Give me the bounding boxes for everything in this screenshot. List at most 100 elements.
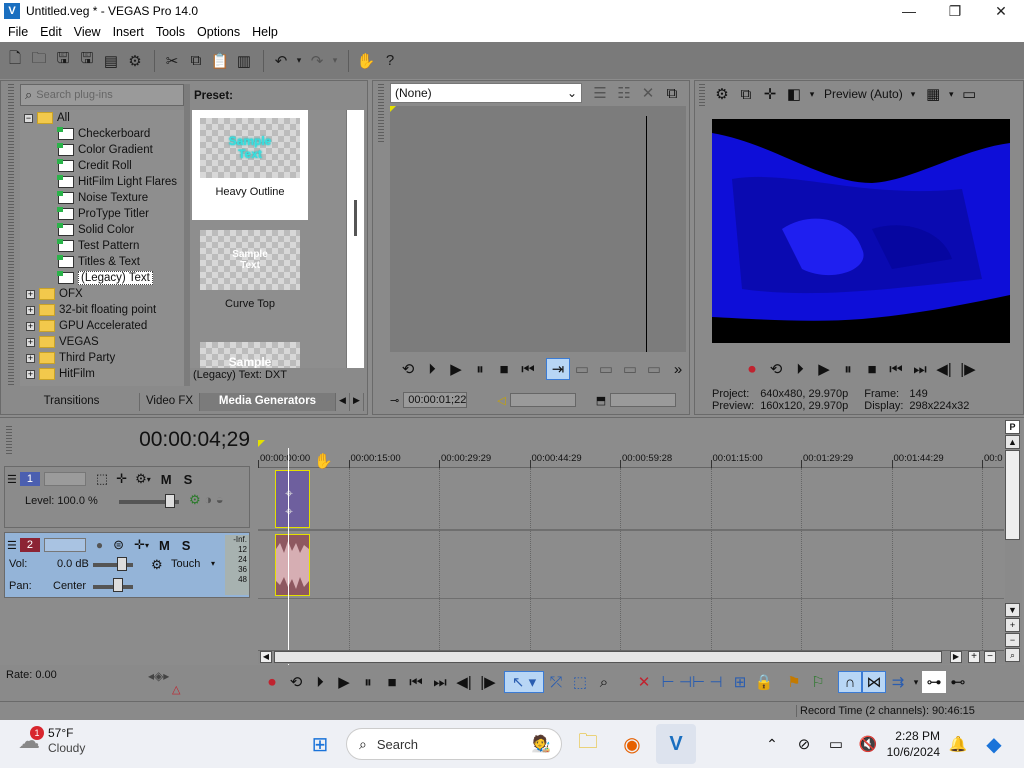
copilot-icon[interactable]: ◆ — [974, 724, 1014, 764]
tree-item[interactable]: Checkerboard — [20, 126, 184, 142]
overlays-grid-icon[interactable]: ▦ — [921, 83, 945, 105]
snapping-magnet-icon[interactable]: ∩ — [838, 671, 862, 693]
properties-gear-icon[interactable]: ⚙ — [124, 50, 146, 72]
play-from-start-icon[interactable]: ⏵ — [788, 358, 812, 380]
undo-dropdown-icon[interactable]: ▾ — [294, 50, 304, 72]
preview-quality-dropdown[interactable]: Preview (Auto) — [824, 87, 903, 101]
pause-icon[interactable]: ⏸ — [836, 358, 860, 380]
delete-icon[interactable]: ▥ — [233, 50, 255, 72]
scroll-right-icon[interactable]: ▶ — [950, 651, 962, 663]
track-fx-dropdown-icon[interactable]: ▾ — [145, 541, 149, 550]
length-field[interactable] — [610, 393, 677, 407]
plugin-search-input[interactable]: ⌕ Search plug-ins — [20, 84, 184, 106]
add-to-timeline-icon[interactable]: ⇥ — [546, 358, 570, 380]
trimmer-list-icon[interactable]: ☰ — [588, 82, 612, 104]
lock-envelopes-icon[interactable]: ⊶ — [922, 671, 946, 693]
arm-record-icon[interactable]: ● — [96, 538, 103, 552]
pause-icon[interactable]: ⏸ — [468, 358, 492, 380]
preset-scroll-thumb[interactable] — [354, 200, 357, 236]
play-icon[interactable]: ▶ — [332, 671, 356, 693]
chevron-down-icon[interactable]: ▾ — [911, 89, 916, 100]
tree-item[interactable]: Test Pattern — [20, 238, 184, 254]
normal-edit-tool-icon[interactable]: ↖ ▾ — [504, 671, 544, 693]
preview-settings-gear-icon[interactable]: ⚙ — [710, 83, 734, 105]
expand-icon[interactable]: + — [26, 353, 35, 363]
external-monitor-icon[interactable]: ⧉ — [734, 83, 758, 105]
tree-item[interactable]: Credit Roll — [20, 158, 184, 174]
scroll-down-icon[interactable]: ▼ — [1005, 603, 1020, 617]
trimmer-window-icon[interactable]: ⧉ — [660, 82, 684, 104]
expand-icon[interactable]: + — [26, 289, 35, 299]
play-from-start-icon[interactable]: ⏵ — [420, 358, 444, 380]
trim-end-icon[interactable]: ⊣ — [704, 671, 728, 693]
track-expand-icon[interactable]: ☰ — [7, 473, 17, 486]
trimmer-view[interactable] — [390, 106, 686, 352]
open-folder-icon[interactable]: 🗀 — [28, 50, 50, 72]
stop-icon[interactable]: ■ — [860, 358, 884, 380]
track-effects-icons[interactable]: ⚙ ◑ ◒ — [189, 492, 224, 508]
timeline-timecode[interactable]: 00:00:04;29 — [60, 428, 250, 452]
redo-dropdown-icon[interactable]: ▾ — [330, 50, 340, 72]
trim-start-icon[interactable]: ⊢ — [656, 671, 680, 693]
stop-icon[interactable]: ■ — [380, 671, 404, 693]
file-explorer-icon[interactable]: 🗀 — [568, 724, 608, 764]
play-from-start-icon[interactable]: ⏵ — [308, 671, 332, 693]
windows-start-icon[interactable]: ⊞ — [300, 724, 340, 764]
insert-icon[interactable]: ▭ — [570, 358, 594, 380]
zoom-out-vertical-icon[interactable]: − — [1005, 633, 1020, 647]
expand-icon[interactable]: + — [26, 305, 35, 315]
zoom-tool-icon[interactable]: ⌕ — [1005, 648, 1020, 662]
weather-widget[interactable]: ☁ 1 57°F Cloudy — [18, 726, 85, 756]
tree-item[interactable]: Solid Color — [20, 222, 184, 238]
mute-button[interactable]: M — [159, 538, 170, 553]
copy-icon[interactable]: ⧉ — [185, 50, 207, 72]
taskbar-search[interactable]: ⌕ Search 🧑‍🎨 — [346, 728, 562, 760]
next-frame-icon[interactable]: |▶ — [956, 358, 980, 380]
delete-event-icon[interactable]: ✕ — [632, 671, 656, 693]
overlays-dropdown-icon[interactable]: ▾ — [945, 83, 957, 105]
previous-frame-icon[interactable]: ◀| — [452, 671, 476, 693]
trim-icon[interactable]: ⊣⊢ — [679, 671, 705, 693]
play-icon[interactable]: ▶ — [812, 358, 836, 380]
play-icon[interactable]: ▶ — [444, 358, 468, 380]
lock-icon[interactable]: 🔒 — [752, 671, 776, 693]
video-track-header[interactable]: ☰ 1 ⬚ ✛ ⚙ ▾ M S Level: 100.0 % ⚙ ◑ ◒ — [4, 466, 250, 528]
ripple-dropdown-icon[interactable]: ▾ — [910, 671, 922, 693]
subclip-icon[interactable]: ▭ — [642, 358, 666, 380]
tree-item[interactable]: Color Gradient — [20, 142, 184, 158]
zoom-in-vertical-icon[interactable]: + — [1005, 618, 1020, 632]
tab-scroll-right-icon[interactable]: ▶ — [350, 393, 364, 411]
tree-item[interactable]: − All — [20, 110, 184, 126]
tree-item[interactable]: + OFX — [20, 286, 184, 302]
tree-item[interactable]: + Third Party — [20, 350, 184, 366]
preset-scrollbar[interactable] — [346, 110, 364, 368]
maximize-button[interactable]: ❐ — [932, 0, 978, 22]
panel-grip[interactable] — [8, 84, 14, 386]
stop-icon[interactable]: ■ — [492, 358, 516, 380]
panel-grip[interactable] — [699, 84, 705, 106]
zoom-tool-icon[interactable]: ⌕ — [592, 671, 616, 693]
loop-icon[interactable]: ⟲ — [284, 671, 308, 693]
solo-button[interactable]: S — [182, 538, 191, 553]
timeline-horizontal-scrollbar[interactable]: ◀ ▶ + − — [258, 650, 1004, 664]
tree-item[interactable]: +32-bit floating point — [20, 302, 184, 318]
clock[interactable]: 2:28 PM 10/6/2024 — [880, 728, 940, 760]
split-screen-icon[interactable]: ✛ — [758, 83, 782, 105]
tab-media-generators[interactable]: Media Generators — [200, 393, 336, 411]
next-frame-icon[interactable]: |▶ — [476, 671, 500, 693]
track-name-field[interactable] — [43, 472, 86, 486]
more-icon[interactable]: » — [666, 358, 690, 380]
solo-button[interactable]: S — [184, 472, 193, 487]
menu-edit[interactable]: Edit — [34, 25, 68, 39]
tree-item[interactable]: + HitFilm — [20, 366, 184, 382]
tree-item[interactable]: (Legacy) Text — [20, 270, 184, 286]
close-button[interactable]: ✕ — [978, 0, 1024, 22]
track-fx-icon[interactable]: ✛ — [134, 537, 145, 553]
horizontal-scroll-thumb[interactable] — [274, 651, 942, 663]
automation-mode[interactable]: Touch — [171, 558, 200, 570]
plugin-manager-icon[interactable]: ✋ — [355, 50, 377, 72]
rate-slider-icon[interactable]: ◂◈▸ — [148, 669, 169, 683]
record-icon[interactable]: ⏺ — [260, 671, 284, 693]
undo-icon[interactable]: ↶ — [270, 50, 292, 72]
tree-item[interactable]: Noise Texture — [20, 190, 184, 206]
